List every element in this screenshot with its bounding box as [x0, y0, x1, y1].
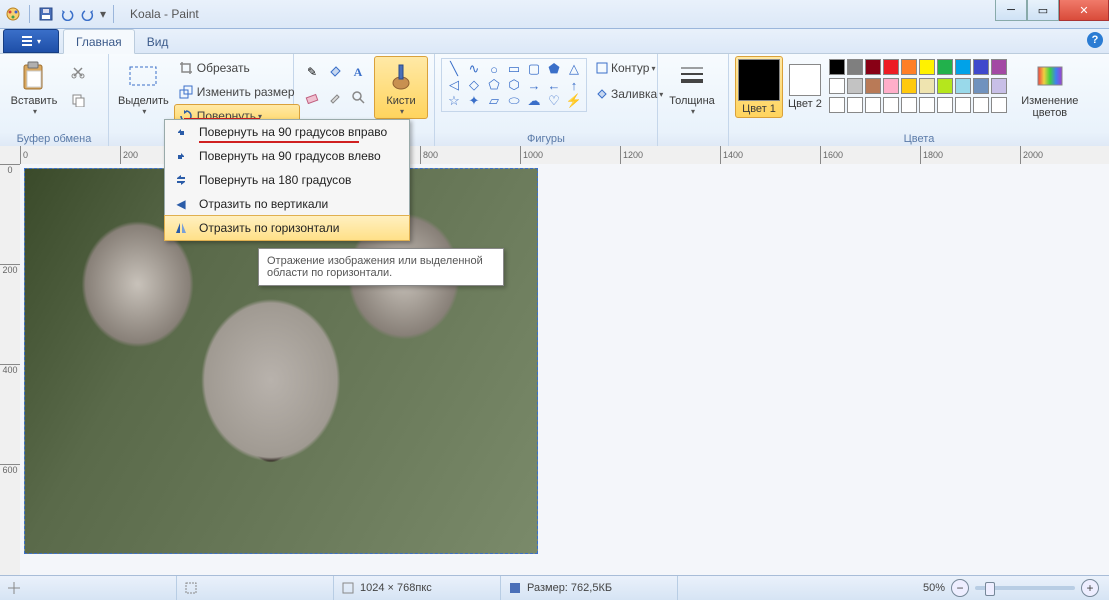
ruler-vertical: 0200400600	[0, 164, 21, 576]
help-icon[interactable]: ?	[1087, 32, 1103, 48]
crop-button[interactable]: Обрезать	[174, 56, 300, 80]
palette-color[interactable]	[973, 78, 989, 94]
palette-color[interactable]	[901, 97, 917, 113]
group-clipboard: Вставить ▾ Буфер обмена	[0, 54, 109, 146]
color2-swatch	[789, 64, 821, 96]
title-bar: ▾ Koala - Paint ─ ▭ ✕	[0, 0, 1109, 29]
palette-color[interactable]	[883, 59, 899, 75]
paste-button[interactable]: Вставить ▾	[6, 56, 62, 119]
zoom-in-button[interactable]: +	[1081, 579, 1099, 597]
window-title: Koala - Paint	[130, 7, 199, 21]
file-menu-button[interactable]: ▾	[3, 29, 59, 53]
palette-color[interactable]	[991, 78, 1007, 94]
menu-flip-vertical[interactable]: ◀Отразить по вертикали	[165, 192, 409, 216]
palette-color[interactable]	[955, 97, 971, 113]
palette-color[interactable]	[829, 78, 845, 94]
magnifier-icon[interactable]	[346, 85, 370, 109]
shape-outline-button[interactable]: Контур▾	[591, 56, 668, 80]
menu-rotate-180[interactable]: Повернуть на 180 градусов	[165, 168, 409, 192]
tab-home[interactable]: Главная	[63, 29, 135, 54]
palette-color[interactable]	[919, 59, 935, 75]
paint-app-icon	[4, 5, 22, 23]
palette-color[interactable]	[883, 78, 899, 94]
status-bar: 1024 × 768пкс Размер: 762,5КБ 50% − +	[0, 575, 1109, 600]
color1-swatch	[738, 59, 780, 101]
status-selection-size	[177, 576, 334, 600]
text-icon[interactable]: A	[346, 60, 370, 84]
palette-color[interactable]	[829, 97, 845, 113]
palette-color[interactable]	[937, 97, 953, 113]
palette-color[interactable]	[973, 59, 989, 75]
copy-icon[interactable]	[66, 88, 90, 112]
palette-color[interactable]	[865, 78, 881, 94]
cut-icon[interactable]	[66, 60, 90, 84]
menu-flip-horizontal[interactable]: Отразить по горизонтали	[164, 215, 410, 241]
palette-color[interactable]	[991, 59, 1007, 75]
ruler-corner	[0, 146, 21, 165]
palette-color[interactable]	[829, 59, 845, 75]
annotation-underline	[199, 141, 359, 143]
status-file-size: Размер: 762,5КБ	[501, 576, 678, 600]
palette-color[interactable]	[847, 78, 863, 94]
edit-colors-button[interactable]: Изменение цветов	[1015, 56, 1085, 122]
palette-color[interactable]	[937, 59, 953, 75]
status-image-dims: 1024 × 768пкс	[334, 576, 501, 600]
pencil-icon[interactable]: ✎	[300, 60, 324, 84]
undo-icon[interactable]	[58, 5, 76, 23]
select-button[interactable]: Выделить ▾	[115, 56, 172, 119]
palette-color[interactable]	[919, 97, 935, 113]
maximize-button[interactable]: ▭	[1027, 0, 1059, 21]
size-button[interactable]: Толщина ▾	[664, 56, 720, 119]
group-size: Толщина ▾	[658, 54, 729, 146]
zoom-slider[interactable]	[975, 586, 1075, 590]
palette-color[interactable]	[955, 59, 971, 75]
palette-color[interactable]	[847, 59, 863, 75]
palette-color[interactable]	[973, 97, 989, 113]
color2-button[interactable]: Цвет 2	[785, 56, 825, 113]
redo-icon[interactable]	[79, 5, 97, 23]
eraser-icon[interactable]	[300, 85, 324, 109]
palette-color[interactable]	[937, 78, 953, 94]
status-cursor-pos	[0, 576, 177, 600]
minimize-button[interactable]: ─	[995, 0, 1027, 21]
palette-color[interactable]	[901, 59, 917, 75]
palette-color[interactable]	[955, 78, 971, 94]
palette-color[interactable]	[991, 97, 1007, 113]
palette-color[interactable]	[847, 97, 863, 113]
zoom-controls: 50% − +	[913, 579, 1109, 597]
eyedropper-icon[interactable]	[323, 85, 347, 109]
palette-color[interactable]	[901, 78, 917, 94]
ribbon-tab-strip: ▾ Главная Вид	[0, 29, 1109, 54]
group-colors: Цвет 1 Цвет 2 Изменение цветов Цвета	[729, 54, 1109, 146]
quick-access-toolbar: ▾	[0, 5, 122, 23]
tooltip: Отражение изображения или выделенной обл…	[258, 248, 504, 286]
palette-color[interactable]	[883, 97, 899, 113]
shapes-gallery[interactable]: ╲∿○▭▢⬟△ ◁◇⬠⬡→←↑ ☆✦▱⬭☁♡⚡	[444, 61, 584, 109]
palette-color[interactable]	[919, 78, 935, 94]
shape-fill-button[interactable]: Заливка▾	[591, 82, 668, 106]
palette-color[interactable]	[865, 59, 881, 75]
tab-view[interactable]: Вид	[135, 30, 181, 53]
zoom-out-button[interactable]: −	[951, 579, 969, 597]
group-shapes: ╲∿○▭▢⬟△ ◁◇⬠⬡→←↑ ☆✦▱⬭☁♡⚡ Контур▾ Заливка▾…	[435, 54, 658, 146]
color1-button[interactable]: Цвет 1	[735, 56, 783, 118]
rotate-dropdown: Повернуть на 90 градусов вправо Повернут…	[164, 119, 410, 241]
resize-button[interactable]: Изменить размер	[174, 80, 300, 104]
zoom-level: 50%	[923, 582, 945, 594]
menu-rotate-left[interactable]: Повернуть на 90 градусов влево	[165, 144, 409, 168]
close-button[interactable]: ✕	[1059, 0, 1109, 21]
palette-color[interactable]	[865, 97, 881, 113]
brushes-button[interactable]: Кисти ▾	[374, 56, 428, 119]
fill-icon[interactable]	[323, 60, 347, 84]
save-icon[interactable]	[37, 5, 55, 23]
